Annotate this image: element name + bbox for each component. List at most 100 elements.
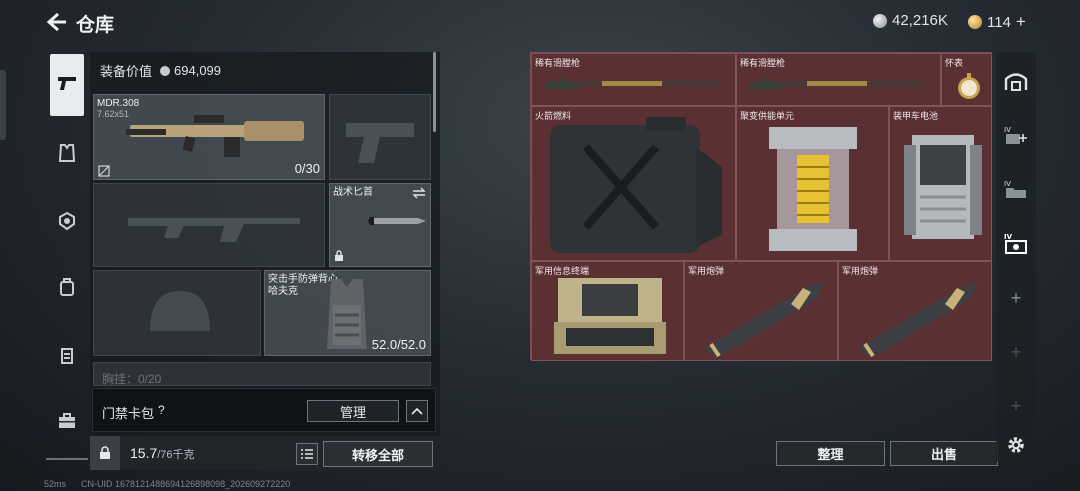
equipment-value-number: 694,099 bbox=[174, 63, 222, 78]
lock-icon bbox=[335, 250, 343, 261]
item-name: 怀表 bbox=[945, 58, 964, 68]
rail-pouch-tab[interactable] bbox=[50, 338, 84, 372]
sort-button[interactable]: 整理 bbox=[776, 441, 885, 466]
backpack-icon bbox=[60, 278, 74, 296]
item-name: 稀有滑膛枪 bbox=[740, 58, 786, 68]
musket-image bbox=[544, 78, 720, 90]
terminal-case-image bbox=[554, 278, 666, 354]
stash-tab-iv-folder[interactable]: IV bbox=[1000, 172, 1032, 206]
stash-item-artillery-shell-1[interactable]: 军用炮弹 bbox=[684, 261, 838, 361]
armor-vest-image bbox=[327, 279, 367, 349]
helmet-silhouette-icon bbox=[150, 291, 210, 331]
armor-brand: 哈夫克 bbox=[268, 286, 298, 297]
svg-text:IV: IV bbox=[1004, 233, 1013, 241]
rail-divider bbox=[46, 458, 88, 460]
page-title: 仓库 bbox=[76, 15, 115, 36]
stash-tab-iv-add[interactable]: IV bbox=[1000, 118, 1032, 152]
pocket-watch-image bbox=[958, 73, 980, 99]
rifle-image bbox=[126, 115, 304, 157]
stash-item-fusion-cell[interactable]: 聚变供能单元 bbox=[736, 106, 889, 261]
list-view-button[interactable] bbox=[296, 443, 318, 465]
currency-secondary[interactable]: 114 + bbox=[968, 12, 1026, 32]
svg-text:IV: IV bbox=[1004, 126, 1011, 134]
rail-helmet-tab[interactable] bbox=[50, 204, 84, 238]
gear-icon bbox=[1008, 437, 1024, 453]
item-name: 稀有滑膛枪 bbox=[535, 58, 581, 68]
manage-button[interactable]: 管理 bbox=[307, 400, 399, 422]
knife-name: 战术匕首 bbox=[333, 187, 373, 198]
stash-tab-home[interactable] bbox=[1000, 64, 1032, 98]
left-edge-tab[interactable] bbox=[0, 70, 6, 140]
ping-value: 52ms bbox=[44, 479, 67, 489]
stash-item-pocket-watch[interactable]: 怀表 bbox=[941, 53, 992, 106]
stash-item-musket-1[interactable]: 稀有滑膛枪 bbox=[531, 53, 736, 106]
knife-image bbox=[336, 217, 426, 225]
pistol-icon bbox=[58, 77, 76, 90]
chest-rig-label: 胸挂：0/20 bbox=[102, 372, 162, 386]
armor-durability: 52.0/52.0 bbox=[371, 337, 426, 352]
stash-grid: 稀有滑膛枪 稀有滑膛枪 怀表 火箭燃料 聚变供能单元 装甲车电池 军用信息终端 … bbox=[530, 52, 992, 361]
fusion-cell-image bbox=[769, 127, 857, 251]
helmet-slot[interactable] bbox=[93, 270, 261, 356]
vest-icon bbox=[58, 144, 76, 162]
transfer-all-button[interactable]: 转移全部 bbox=[323, 441, 433, 467]
weapon-ammo-count: 0/30 bbox=[294, 161, 320, 176]
folder-icon: IV bbox=[1004, 180, 1026, 198]
settings-button[interactable] bbox=[1000, 428, 1032, 462]
weight-indicator: 15.7/76千克 bbox=[130, 445, 195, 462]
swap-icon[interactable] bbox=[412, 187, 426, 199]
weight-current: 15.7 bbox=[130, 445, 158, 461]
stash-item-artillery-shell-2[interactable]: 军用炮弹 bbox=[838, 261, 992, 361]
help-icon[interactable]: ? bbox=[158, 403, 165, 417]
knife-slot[interactable]: 战术匕首 bbox=[329, 183, 431, 267]
shell-image bbox=[705, 282, 823, 358]
shell-image bbox=[859, 282, 977, 358]
keycard-label: 门禁卡包 bbox=[102, 406, 155, 421]
rail-weapons-tab[interactable] bbox=[50, 66, 84, 100]
sell-button[interactable]: 出售 bbox=[890, 441, 998, 466]
battery-image bbox=[904, 135, 982, 239]
weight-max: /76千克 bbox=[157, 449, 195, 461]
badge-icon bbox=[59, 211, 75, 231]
secondary-weapon-slot[interactable] bbox=[93, 183, 325, 267]
currency-primary-value: 42,216K bbox=[892, 12, 948, 29]
currency-primary: 42,216K bbox=[873, 12, 948, 29]
gold-coin-icon bbox=[968, 15, 982, 29]
warehouse-icon bbox=[1004, 73, 1028, 91]
rail-case-tab[interactable] bbox=[50, 404, 84, 438]
lock-toggle[interactable] bbox=[90, 436, 120, 470]
lock-icon bbox=[100, 446, 110, 459]
pistol-silhouette-icon bbox=[346, 123, 414, 163]
user-id: CN-UID 1678121488694126898098_2026092722… bbox=[81, 479, 291, 489]
rail-armor-tab[interactable] bbox=[50, 136, 84, 170]
silver-coin-icon bbox=[873, 13, 887, 28]
list-icon bbox=[301, 449, 313, 459]
add-currency-button[interactable]: + bbox=[1016, 12, 1026, 32]
pistol-slot[interactable] bbox=[329, 94, 431, 180]
stash-tab-iv-active[interactable]: IV bbox=[1000, 226, 1032, 260]
currency-secondary-value: 114 bbox=[987, 13, 1011, 31]
stash-add-icon: IV bbox=[1004, 126, 1027, 144]
collapse-button[interactable] bbox=[406, 400, 428, 422]
primary-weapon-slot[interactable]: MDR.308 7.62x51 0/30 bbox=[93, 94, 325, 180]
item-name: 装甲车电池 bbox=[893, 111, 939, 121]
equipment-value-label: 装备价值 bbox=[100, 64, 153, 79]
rail-backpack-tab[interactable] bbox=[50, 270, 84, 304]
add-stash-tab-button[interactable]: + bbox=[1006, 288, 1026, 308]
stash-item-apc-battery[interactable]: 装甲车电池 bbox=[889, 106, 992, 261]
stash-item-rocket-fuel[interactable]: 火箭燃料 bbox=[531, 106, 736, 261]
chevron-up-icon bbox=[411, 407, 423, 415]
briefcase-icon bbox=[59, 413, 75, 428]
add-stash-tab-disabled: + bbox=[1010, 341, 1022, 362]
back-arrow-icon bbox=[46, 12, 66, 32]
pouch-icon bbox=[61, 348, 73, 364]
chest-rig-slot[interactable]: 胸挂：0/20 bbox=[93, 362, 431, 386]
armor-slot[interactable]: 突击手防弹背心 哈夫克 52.0/52.0 bbox=[264, 270, 431, 356]
silver-coin-icon bbox=[160, 65, 171, 76]
rifle-silhouette-icon bbox=[128, 218, 300, 242]
equipment-scrollbar[interactable] bbox=[433, 52, 436, 132]
footer-status: 52ms CN-UID 1678121488694126898098_20260… bbox=[44, 479, 290, 489]
stash-item-military-terminal[interactable]: 军用信息终端 bbox=[531, 261, 684, 361]
back-button[interactable] bbox=[44, 10, 68, 34]
stash-item-musket-2[interactable]: 稀有滑膛枪 bbox=[736, 53, 941, 106]
